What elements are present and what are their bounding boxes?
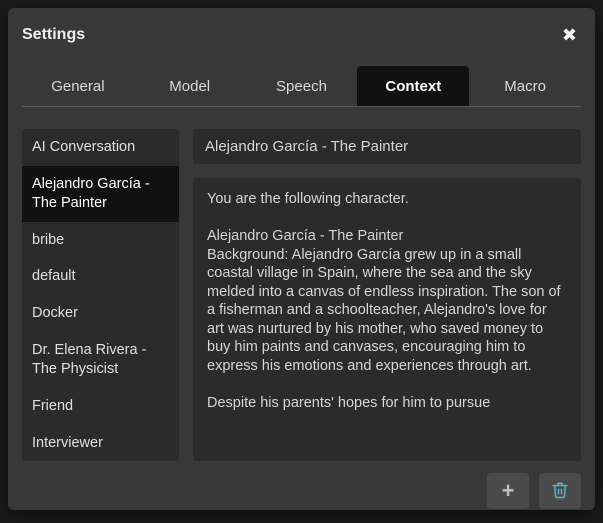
tab-general[interactable]: General	[22, 66, 134, 106]
list-item[interactable]: bribe	[22, 222, 179, 259]
list-item[interactable]: AI Conversation	[22, 129, 179, 166]
add-context-button[interactable]: +	[487, 473, 529, 509]
tab-label: Model	[169, 78, 210, 95]
tabs: General Model Speech Context Macro	[22, 66, 581, 107]
window-title: Settings	[22, 26, 85, 44]
close-icon[interactable]: ✖	[562, 26, 577, 44]
settings-modal: Settings ✖ General Model Speech Context …	[8, 8, 595, 510]
list-item[interactable]: Docker	[22, 295, 179, 332]
context-editor	[193, 129, 581, 461]
delete-context-button[interactable]	[539, 473, 581, 509]
tab-label: Speech	[276, 78, 327, 95]
tab-macro[interactable]: Macro	[469, 66, 581, 106]
tab-model[interactable]: Model	[134, 66, 246, 106]
list-item[interactable]: Alejandro García - The Painter	[22, 166, 179, 222]
titlebar: Settings ✖	[8, 8, 595, 58]
context-body-wrap	[193, 178, 581, 461]
list-item-label: default	[32, 268, 76, 284]
context-body-textarea[interactable]	[193, 178, 581, 461]
tab-label: General	[51, 78, 104, 95]
tab-label: Context	[385, 78, 441, 95]
list-item-label: Alejandro García - The Painter	[32, 176, 150, 211]
footer-actions: +	[22, 461, 581, 509]
list-item-label: AI Conversation	[32, 139, 135, 155]
context-name-input[interactable]	[193, 129, 581, 164]
trash-icon	[551, 481, 569, 502]
context-split: AI Conversation Alejandro García - The P…	[22, 129, 581, 461]
list-item-label: Friend	[32, 398, 73, 414]
list-item-label: bribe	[32, 232, 64, 248]
list-item[interactable]: default	[22, 258, 179, 295]
list-item[interactable]: Friend	[22, 388, 179, 425]
tab-label: Macro	[504, 78, 546, 95]
tab-speech[interactable]: Speech	[246, 66, 358, 106]
plus-icon: +	[502, 480, 515, 502]
list-item[interactable]: Dr. Elena Rivera - The Physicist	[22, 332, 179, 388]
list-item-label: Interviewer	[32, 435, 103, 451]
list-item[interactable]: Interviewer	[22, 425, 179, 462]
list-item-label: Dr. Elena Rivera - The Physicist	[32, 342, 146, 377]
list-item-label: Docker	[32, 305, 78, 321]
tab-context[interactable]: Context	[357, 66, 469, 106]
tab-body: AI Conversation Alejandro García - The P…	[8, 107, 595, 523]
context-list[interactable]: AI Conversation Alejandro García - The P…	[22, 129, 179, 461]
